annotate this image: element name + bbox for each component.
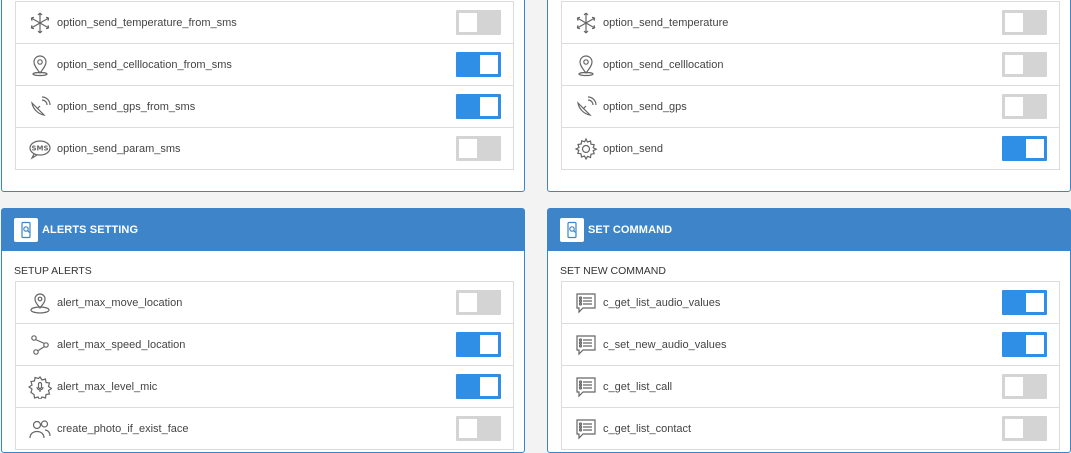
options-send-panel: option_send_temperature option_send_cell… [547, 0, 1071, 192]
list-chat-icon [573, 374, 599, 400]
toggle-switch[interactable] [1002, 416, 1047, 441]
list-item-c-set-new-audio-values: c_set_new_audio_values [562, 324, 1059, 366]
toggle-switch[interactable] [1002, 290, 1047, 315]
row-label: option_send_gps_from_sms [57, 100, 196, 113]
phone-search-icon [14, 218, 38, 242]
toggle-switch[interactable] [456, 10, 501, 35]
options-sms-panel: option_send_temperature_from_sms option_… [1, 0, 525, 192]
toggle-switch[interactable] [1002, 52, 1047, 77]
toggle-switch[interactable] [1002, 374, 1047, 399]
satellite-icon [27, 94, 53, 120]
satellite-icon [573, 94, 599, 120]
list-chat-icon [573, 332, 599, 358]
panel-title: ALERTS SETTING [42, 224, 139, 236]
row-label: option_send_temperature [603, 16, 729, 29]
row-label: c_get_list_call [603, 380, 673, 393]
list-item-option-send-gps: option_send_gps [562, 86, 1059, 128]
panel-header: ALERTS SETTING [2, 209, 524, 251]
row-label: c_get_list_contact [603, 422, 692, 435]
list-item-option-send-celllocation: option_send_celllocation [562, 44, 1059, 86]
toggle-switch[interactable] [456, 332, 501, 357]
toggle-switch[interactable] [1002, 94, 1047, 119]
list-item-alert-max-speed-location: alert_max_speed_location [16, 324, 513, 366]
list-item-c-get-list-contact: c_get_list_contact [562, 408, 1059, 450]
list-item-option-send: option_send [562, 128, 1059, 170]
list-item-c-get-list-call: c_get_list_call [562, 366, 1059, 408]
toggle-switch[interactable] [456, 52, 501, 77]
toggle-switch[interactable] [456, 374, 501, 399]
alerts-list: alert_max_move_location alert_max_speed_… [15, 281, 514, 450]
list-chat-icon [573, 290, 599, 316]
row-label: alert_max_level_mic [57, 380, 158, 393]
toggle-switch[interactable] [456, 94, 501, 119]
toggle-switch[interactable] [456, 290, 501, 315]
toggle-switch[interactable] [1002, 332, 1047, 357]
row-label: alert_max_speed_location [57, 338, 186, 351]
list-item-c-get-list-audio-values: c_get_list_audio_values [562, 282, 1059, 324]
list-item-option-send-celllocation-from-sms: option_send_celllocation_from_sms [16, 44, 513, 86]
toggle-switch[interactable] [1002, 136, 1047, 161]
set-command-panel: SET COMMAND SET NEW COMMAND c_get_list_a… [547, 208, 1071, 453]
snowflake-icon [27, 10, 53, 36]
panel-title: SET COMMAND [588, 224, 673, 236]
row-label: c_set_new_audio_values [603, 338, 727, 351]
list-item-create-photo-if-exist-face: create_photo_if_exist_face [16, 408, 513, 450]
svg-text:SMS: SMS [31, 144, 48, 152]
mic-level-icon [27, 374, 53, 400]
row-label: option_send_param_sms [57, 142, 181, 155]
command-list: c_get_list_audio_values c_set_new_audio_… [561, 281, 1060, 450]
list-item-alert-max-move-location: alert_max_move_location [16, 282, 513, 324]
row-label: option_send_gps [603, 100, 687, 113]
snowflake-icon [573, 10, 599, 36]
toggle-switch[interactable] [456, 416, 501, 441]
location-pin-icon [27, 52, 53, 78]
location-pin-icon [573, 52, 599, 78]
row-label: alert_max_move_location [57, 296, 183, 309]
options-send-list: option_send_temperature option_send_cell… [561, 1, 1060, 170]
row-label: create_photo_if_exist_face [57, 422, 189, 435]
list-item-option-send-temperature: option_send_temperature [562, 2, 1059, 44]
panel-header: SET COMMAND [548, 209, 1070, 251]
phone-search-icon [560, 218, 584, 242]
gear-icon [573, 136, 599, 162]
options-sms-list: option_send_temperature_from_sms option_… [15, 1, 514, 170]
row-label: option_send [603, 142, 663, 155]
sms-bubble-icon: SMS [27, 136, 53, 162]
list-item-option-send-temperature-from-sms: option_send_temperature_from_sms [16, 2, 513, 44]
row-label: option_send_celllocation [603, 58, 724, 71]
faces-icon [27, 416, 53, 442]
row-label: option_send_celllocation_from_sms [57, 58, 232, 71]
list-item-alert-max-level-mic: alert_max_level_mic [16, 366, 513, 408]
route-icon [27, 332, 53, 358]
list-item-option-send-param-sms: SMS option_send_param_sms [16, 128, 513, 170]
toggle-switch[interactable] [1002, 10, 1047, 35]
list-chat-icon [573, 416, 599, 442]
move-location-icon [27, 290, 53, 316]
list-item-option-send-gps-from-sms: option_send_gps_from_sms [16, 86, 513, 128]
alerts-setting-panel: ALERTS SETTING SETUP ALERTS alert_max_mo… [1, 208, 525, 453]
row-label: c_get_list_audio_values [603, 296, 721, 309]
row-label: option_send_temperature_from_sms [57, 16, 237, 29]
section-label: SETUP ALERTS [14, 265, 92, 277]
section-label: SET NEW COMMAND [560, 265, 666, 277]
toggle-switch[interactable] [456, 136, 501, 161]
